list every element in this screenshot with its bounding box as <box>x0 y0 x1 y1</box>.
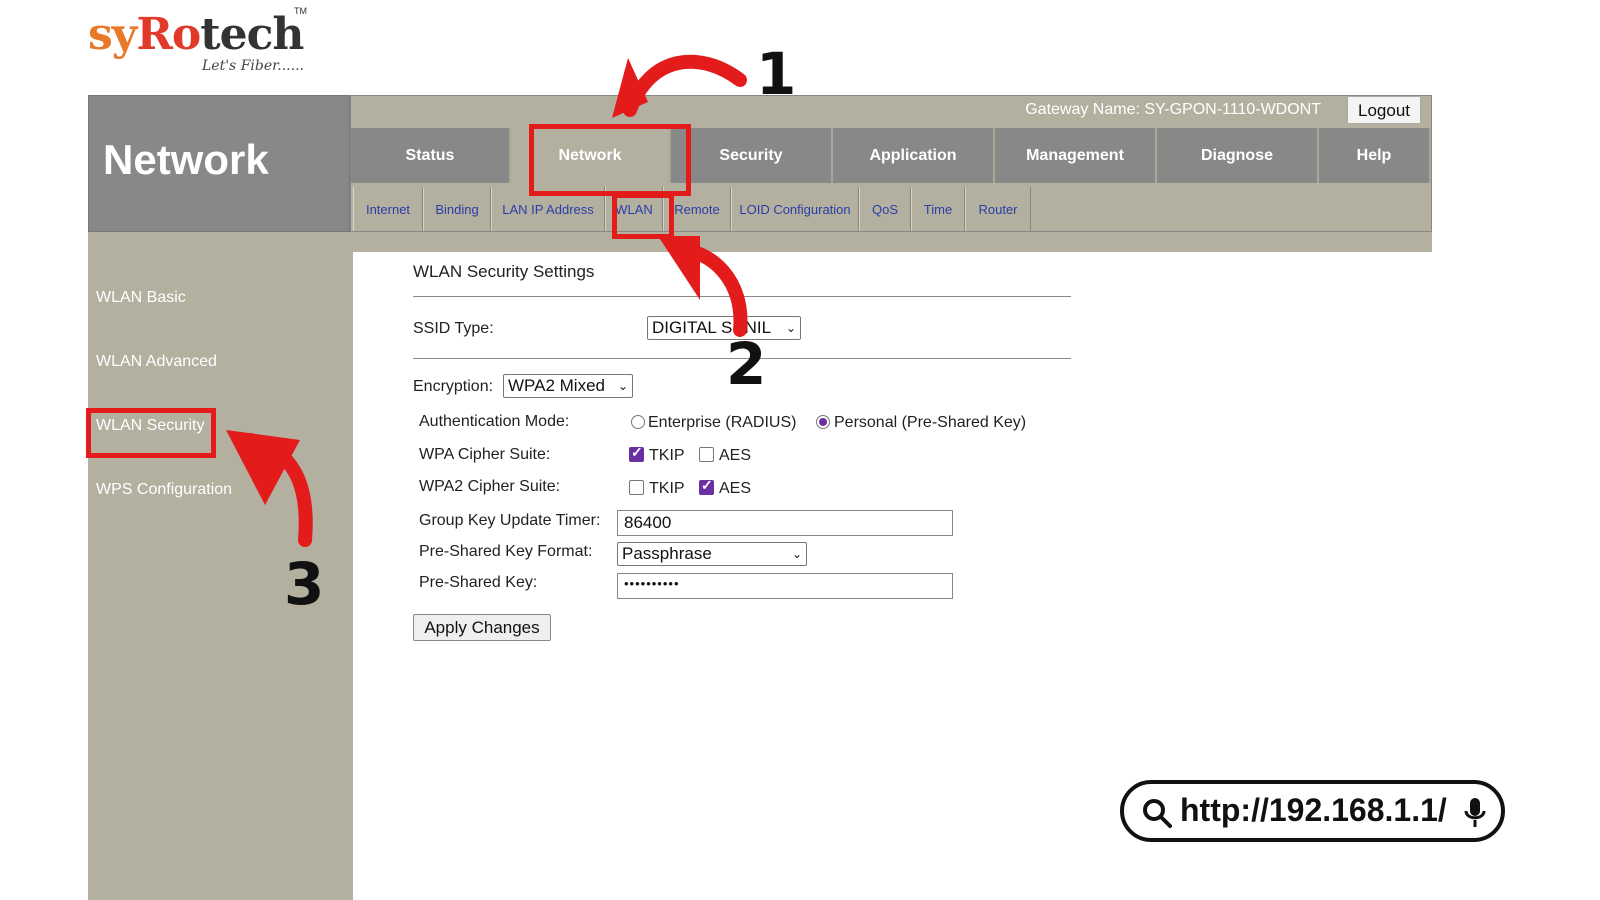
annotation-arrows <box>226 54 748 547</box>
search-icon <box>1143 799 1172 828</box>
microphone-icon[interactable] <box>1463 796 1487 830</box>
step-3-number: 3 <box>284 550 325 618</box>
step-2-number: 2 <box>726 330 767 398</box>
url-bar[interactable]: http://192.168.1.1/ <box>1120 780 1505 842</box>
step-1-number: 1 <box>756 40 797 108</box>
arrow-2-head-icon <box>658 236 700 300</box>
url-text: http://192.168.1.1/ <box>1180 792 1447 828</box>
arrow-1-icon <box>623 54 747 117</box>
